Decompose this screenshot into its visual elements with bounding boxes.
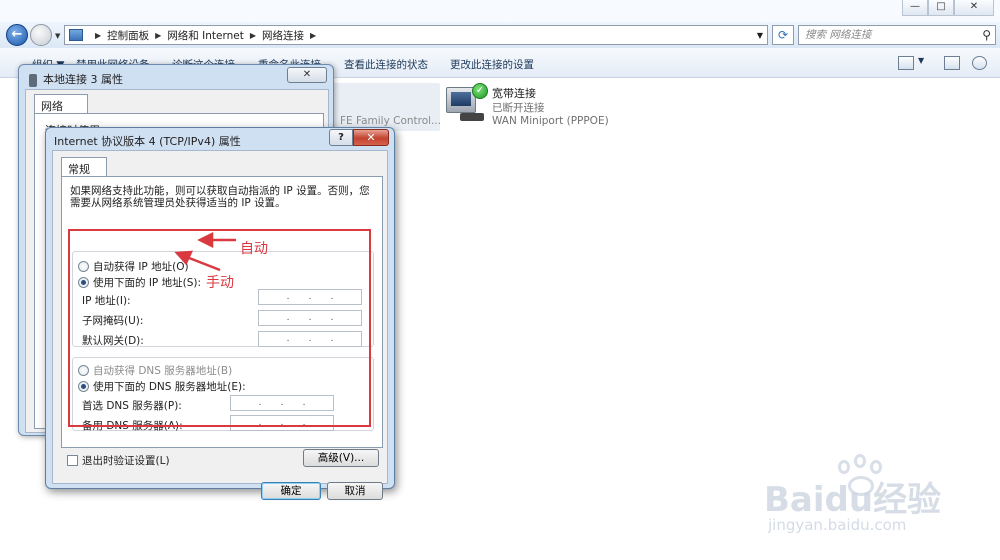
control-panel-icon [69, 29, 83, 41]
view-status-button[interactable]: 查看此连接的状态 [344, 57, 428, 72]
search-icon[interactable]: ⚲ [982, 26, 991, 44]
network-adapter-icon [29, 73, 37, 87]
address-field[interactable]: ▶ 控制面板 ▶ 网络和 Internet ▶ 网络连接 ▶ ▼ [64, 25, 768, 45]
breadcrumb-control-panel[interactable]: 控制面板 [107, 28, 149, 43]
annotation-auto: 自动 [240, 241, 268, 257]
forward-button[interactable] [30, 24, 52, 46]
address-bar-row: ← ▼ ▶ 控制面板 ▶ 网络和 Internet ▶ 网络连接 ▶ ▼ ⟳ 搜… [0, 22, 1000, 48]
ipv4-dialog-title: Internet 协议版本 4 (TCP/IPv4) 属性 [54, 135, 241, 148]
search-placeholder: 搜索 网络连接 [805, 29, 872, 41]
connection-device: WAN Miniport (PPPOE) [492, 115, 609, 127]
view-dropdown-icon[interactable]: ▼ [918, 56, 924, 65]
green-check-icon: ✓ [472, 83, 488, 99]
tab-network[interactable]: 网络 [34, 94, 88, 114]
checkbox-unchecked-icon [67, 455, 78, 466]
properties-title-text: 本地连接 3 属性 [43, 73, 123, 86]
connection-name: 宽带连接 [492, 87, 536, 100]
chevron-right-icon[interactable]: ▶ [95, 31, 101, 40]
validate-on-exit-checkbox[interactable]: 退出时验证设置(L) [67, 453, 170, 468]
watermark-brand-part3: 经验 [873, 480, 942, 520]
maximize-button[interactable]: □ [928, 0, 954, 16]
ipv4-close-button[interactable]: ✕ [353, 129, 389, 146]
minimize-button[interactable]: — [902, 0, 928, 16]
history-dropdown-icon[interactable]: ▼ [55, 32, 60, 40]
ip-settings-description: 如果网络支持此功能，则可以获取自动指派的 IP 设置。否则，您需要从网络系统管理… [70, 185, 370, 209]
connection-item-broadband[interactable]: ✓ 宽带连接 已断开连接 WAN Miniport (PPPOE) [446, 83, 646, 133]
help-icon[interactable] [972, 56, 987, 70]
properties-dialog-title: 本地连接 3 属性 [29, 71, 123, 87]
window-title-bar: — □ ✕ [0, 0, 1000, 22]
connection-status: 已断开连接 [492, 102, 545, 114]
watermark-url: jingyan.baidu.com [768, 516, 907, 534]
breadcrumb-network-connections[interactable]: 网络连接 [262, 28, 304, 43]
watermark-brand-part1: Bai [764, 480, 825, 520]
change-settings-button[interactable]: 更改此连接的设置 [450, 57, 534, 72]
window-close-button[interactable]: ✕ [954, 0, 994, 16]
back-button[interactable]: ← [6, 24, 28, 46]
annotation-manual: 手动 [206, 275, 234, 291]
cancel-button[interactable]: 取消 [327, 482, 383, 500]
refresh-button[interactable]: ⟳ [772, 25, 794, 45]
chevron-right-icon[interactable]: ▶ [250, 31, 256, 40]
window-controls: — □ ✕ [902, 0, 994, 16]
chevron-right-icon[interactable]: ▶ [310, 31, 316, 40]
search-input[interactable]: 搜索 网络连接 ⚲ [798, 25, 996, 45]
validate-label: 退出时验证设置(L) [82, 455, 170, 467]
network-cable-icon [460, 113, 484, 121]
breadcrumb-network-internet[interactable]: 网络和 Internet [167, 28, 244, 43]
properties-close-button[interactable]: ✕ [287, 67, 327, 83]
baidu-watermark: Baidu经验 jingyan.baidu.com [760, 452, 990, 552]
view-options-icon[interactable] [898, 56, 914, 70]
help-button[interactable]: ? [329, 129, 353, 146]
connection-item-fe-family[interactable]: FE Family Control... [330, 83, 442, 131]
ok-button[interactable]: 确定 [261, 482, 321, 500]
preview-pane-icon[interactable] [944, 56, 960, 70]
watermark-brand: Baidu经验 [764, 472, 941, 521]
annotation-red-box [68, 229, 371, 427]
connection-partial-label: FE Family Control... [340, 115, 442, 127]
chevron-right-icon[interactable]: ▶ [155, 31, 161, 40]
watermark-brand-part2: du [824, 480, 874, 520]
advanced-button[interactable]: 高级(V)... [303, 449, 379, 467]
tab-general[interactable]: 常规 [61, 157, 107, 177]
address-dropdown-icon[interactable]: ▼ [757, 31, 763, 40]
